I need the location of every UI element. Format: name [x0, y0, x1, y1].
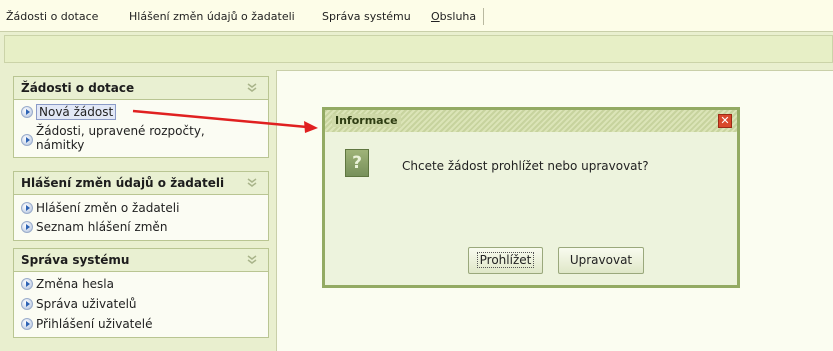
sidebar-panel-system-admin: Správa systému Změna hesla Správa uživat… [13, 248, 269, 338]
play-arrow-icon [21, 278, 33, 290]
sidebar-item-label: Hlášení změn o žadateli [36, 201, 180, 215]
panel-body: Hlášení změn o žadateli Seznam hlášení z… [13, 195, 269, 241]
dialog-titlebar[interactable]: Informace ✕ [325, 110, 737, 132]
sidebar-item-label: Nová žádost [36, 104, 117, 120]
collapse-icon[interactable] [246, 82, 258, 94]
dialog-title: Informace [332, 114, 401, 127]
edit-button[interactable]: Upravovat [558, 247, 644, 274]
sidebar-item-label: Změna hesla [36, 277, 114, 291]
play-arrow-icon [21, 202, 33, 214]
close-icon[interactable]: ✕ [718, 114, 732, 128]
question-icon: ? [345, 149, 369, 177]
view-button-label: Prohlížet [476, 252, 535, 268]
menu-item-grant-applications[interactable]: Žádosti o dotace [6, 10, 98, 23]
menu-item-service[interactable]: Obsluha [431, 10, 476, 23]
sidebar-panel-applicant-changes: Hlášení změn údajů o žadateli Hlášení zm… [13, 171, 269, 241]
panel-title: Hlášení změn údajů o žadateli [21, 176, 225, 190]
panel-title: Žádosti o dotace [21, 81, 135, 95]
dialog-message: Chcete žádost prohlížet nebo upravovat? [402, 159, 649, 173]
menu-item-applicant-changes[interactable]: Hlášení změn údajů o žadateli [129, 10, 295, 23]
panel-title: Správa systému [21, 253, 130, 267]
play-arrow-icon [21, 318, 33, 330]
sidebar-panel-grant-applications: Žádosti o dotace Nová žádost Žádosti, up… [13, 76, 269, 158]
toolbar [4, 35, 833, 63]
sidebar-item-label: Seznam hlášení změn [36, 220, 168, 234]
sidebar-item-label-line1: Žádosti, upravené rozpočty, [36, 124, 205, 138]
sidebar-item-label: Přihlášení uživatelé [36, 317, 153, 331]
play-arrow-icon [21, 134, 33, 146]
view-button[interactable]: Prohlížet [468, 247, 543, 274]
panel-header[interactable]: Správa systému [13, 248, 269, 272]
sidebar-item-label: Správa uživatelů [36, 297, 137, 311]
play-arrow-icon [21, 298, 33, 310]
panel-body: Nová žádost Žádosti, upravené rozpočty, … [13, 100, 269, 158]
sidebar-item-label-line2: námitky [36, 138, 85, 152]
play-arrow-icon [21, 106, 33, 118]
menubar: Žádosti o dotace Hlášení změn údajů o ža… [0, 0, 833, 32]
panel-body: Změna hesla Správa uživatelů Přihlášení … [13, 272, 269, 338]
edit-button-label: Upravovat [569, 253, 633, 267]
info-dialog: Informace ✕ ? Chcete žádost prohlížet ne… [322, 107, 740, 288]
menu-item-system-admin[interactable]: Správa systému [322, 10, 411, 23]
panel-header[interactable]: Žádosti o dotace [13, 76, 269, 100]
panel-header[interactable]: Hlášení změn údajů o žadateli [13, 171, 269, 195]
collapse-icon[interactable] [246, 254, 258, 266]
collapse-icon[interactable] [246, 177, 258, 189]
play-arrow-icon [21, 221, 33, 233]
menu-separator [483, 8, 484, 25]
